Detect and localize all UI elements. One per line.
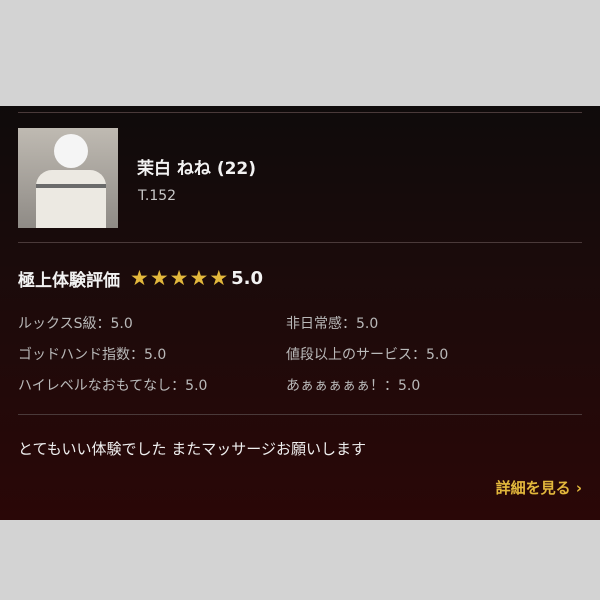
review-comment: とてもいい体験でした またマッサージお願いします [18,440,366,458]
attribute-item: ゴッドハンド指数：5.0 [18,347,167,363]
top-divider [18,112,582,113]
attribute-item: ハイレベルなおもてなし：5.0 [18,378,208,394]
attribute-item: あぁぁぁぁぁ！：5.0 [286,378,421,394]
star-icon: ★ [189,265,209,290]
star-icon: ★ [149,265,169,290]
rating-score: 5.0 [231,267,264,289]
attribute-item: 値段以上のサービス：5.0 [286,347,449,363]
attribute-item: ルックスS級：5.0 [18,316,133,332]
profile-name: 茉白 ねね (22) [137,159,257,179]
attribute-item: 非日常感：5.0 [286,316,379,332]
rating-title: 極上体験評価 [18,270,120,291]
rating-stars: ★ ★ ★ ★ ★ [130,265,229,290]
profile-photo[interactable] [18,128,118,228]
star-icon: ★ [209,265,229,290]
attributes-divider [18,414,582,415]
star-icon: ★ [169,265,189,290]
star-icon: ★ [130,265,149,290]
review-card: 茉白 ねね (22) T.152 極上体験評価 ★ ★ ★ ★ ★ 5.0 ルッ… [0,106,600,520]
profile-height: T.152 [138,188,177,204]
rating-row: 極上体験評価 ★ ★ ★ ★ ★ 5.0 [18,264,263,292]
profile-divider [18,242,582,243]
view-details-link[interactable]: 詳細を見る › [496,477,582,498]
